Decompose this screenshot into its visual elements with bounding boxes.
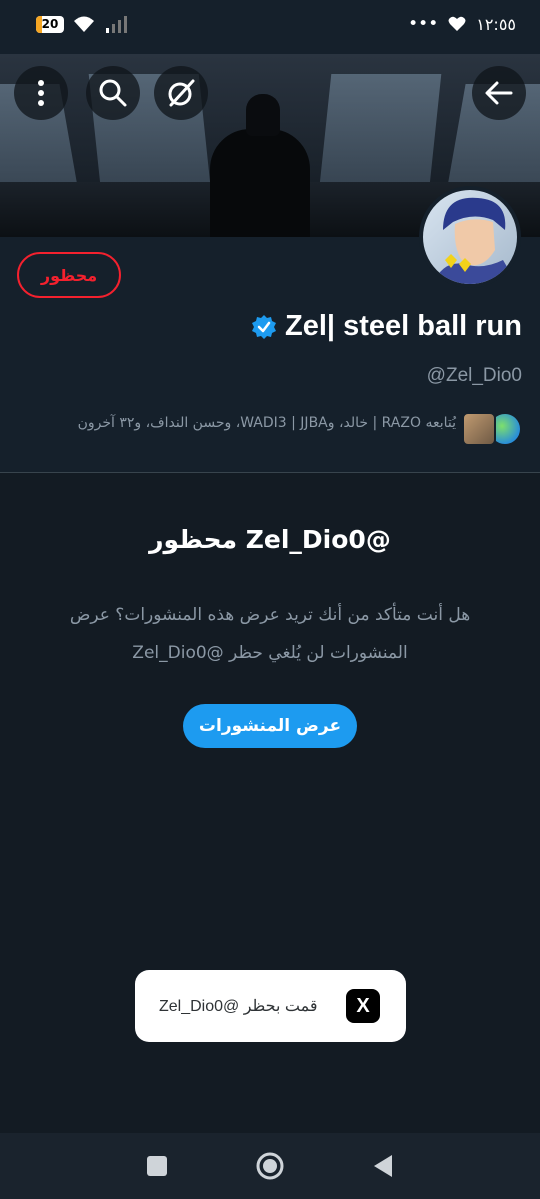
avatar-image <box>433 197 517 284</box>
status-right: ••• ١٢:٥٥ <box>408 14 516 34</box>
home-icon[interactable] <box>255 1151 285 1181</box>
status-time: ١٢:٥٥ <box>476 14 516 34</box>
more-button[interactable] <box>14 66 68 120</box>
view-posts-button[interactable]: عرض المنشورات <box>183 704 357 748</box>
grok-icon <box>168 79 195 107</box>
back-button[interactable] <box>472 66 526 120</box>
search-button[interactable] <box>86 66 140 120</box>
wifi-icon <box>74 16 94 32</box>
profile-handle: @Zel_Dio0 <box>426 365 522 386</box>
signal-icon <box>106 16 127 33</box>
more-vertical-icon <box>38 80 44 106</box>
grok-button[interactable] <box>154 66 208 120</box>
arrow-left-icon <box>485 81 513 105</box>
status-bar: 20 ••• ١٢:٥٥ <box>0 0 540 54</box>
toast-message: قمت بحظر @Zel_Dio0 <box>159 998 318 1015</box>
blocked-description: هل أنت متأكد من أنك تريد عرض هذه المنشور… <box>69 605 471 663</box>
heart-icon <box>448 16 466 31</box>
followers-you-know[interactable]: يُتابعه RAZO | خالد، وWADI3 | JJBA، وحسن… <box>22 412 522 446</box>
back-nav-icon[interactable] <box>372 1154 394 1178</box>
profile-avatar[interactable] <box>419 186 521 288</box>
battery-icon: 20 <box>36 15 64 33</box>
verified-badge-icon <box>252 314 277 339</box>
toast: قمت بحظر @Zel_Dio0 X <box>135 970 406 1042</box>
display-name: Zel| steel ball run <box>285 310 522 342</box>
follower-avatar <box>462 412 496 446</box>
follower-avatars <box>462 412 522 446</box>
system-nav-bar <box>0 1133 540 1199</box>
banner-figure <box>210 129 310 237</box>
x-logo-icon: X <box>346 989 380 1023</box>
blocked-button[interactable]: محظور <box>17 252 121 298</box>
blocked-title: @Zel_Dio0 محظور <box>149 525 391 554</box>
profile-name-row: Zel| steel ball run <box>251 310 522 343</box>
recents-icon[interactable] <box>146 1155 168 1177</box>
search-icon <box>99 79 127 107</box>
followers-text: يُتابعه RAZO | خالد، وWADI3 | JJBA، وحسن… <box>77 415 456 431</box>
status-left: 20 <box>36 14 128 34</box>
status-dots: ••• <box>408 14 439 34</box>
